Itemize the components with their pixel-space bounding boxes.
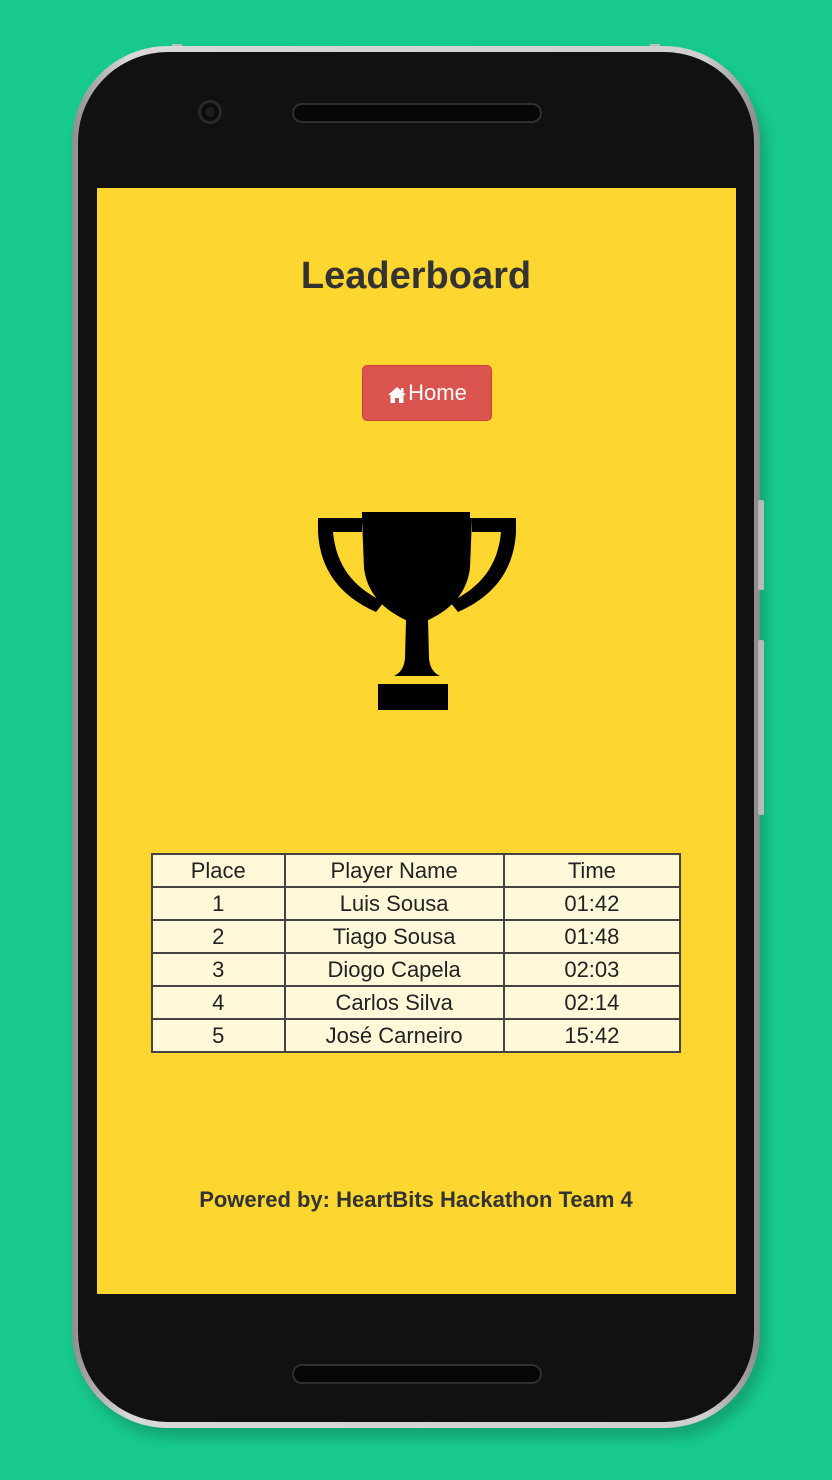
cell-place: 5	[151, 1018, 286, 1053]
cell-player-name: José Carneiro	[283, 1018, 505, 1053]
cell-player-name: Diogo Capela	[283, 952, 505, 987]
power-button	[758, 500, 764, 590]
table-row: 5 José Carneiro 15:42	[151, 1018, 682, 1053]
front-camera	[198, 100, 222, 124]
column-header-player-name: Player Name	[283, 853, 505, 888]
footer-credit: Powered by: HeartBits Hackathon Team 4	[199, 1187, 633, 1212]
column-header-time: Time	[502, 853, 682, 888]
device-frame: Leaderboard Home Place Player Name Time …	[0, 0, 832, 1480]
page-title: Leaderboard	[300, 255, 532, 297]
app-screen	[97, 188, 736, 1294]
cell-place: 1	[151, 886, 286, 921]
cell-time: 01:48	[502, 919, 682, 954]
cell-time: 02:03	[502, 952, 682, 987]
table-row: 3 Diogo Capela 02:03	[151, 952, 682, 987]
home-button[interactable]: Home	[362, 365, 492, 421]
home-icon	[387, 384, 407, 403]
cell-player-name: Luis Sousa	[283, 886, 505, 921]
home-button-label: Home	[408, 380, 467, 405]
top-speaker	[292, 103, 542, 123]
table-header-row: Place Player Name Time	[151, 853, 682, 888]
table-row: 4 Carlos Silva 02:14	[151, 985, 682, 1020]
volume-button	[758, 640, 764, 815]
leaderboard-table: Place Player Name Time 1 Luis Sousa 01:4…	[151, 853, 682, 1053]
cell-player-name: Carlos Silva	[283, 985, 505, 1020]
trophy-icon	[316, 510, 518, 712]
cell-player-name: Tiago Sousa	[283, 919, 505, 954]
bottom-speaker	[292, 1364, 542, 1384]
cell-place: 3	[151, 952, 286, 987]
cell-place: 4	[151, 985, 286, 1020]
column-header-place: Place	[151, 853, 286, 888]
table-row: 2 Tiago Sousa 01:48	[151, 919, 682, 954]
cell-time: 15:42	[502, 1018, 682, 1053]
cell-place: 2	[151, 919, 286, 954]
cell-time: 01:42	[502, 886, 682, 921]
table-row: 1 Luis Sousa 01:42	[151, 886, 682, 921]
cell-time: 02:14	[502, 985, 682, 1020]
